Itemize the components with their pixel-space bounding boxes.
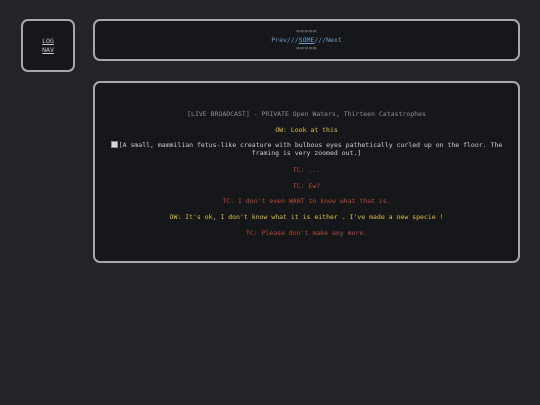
image-alt-text: [A small, mammilian fetus-like creature … — [118, 141, 503, 157]
image-description: [A small, mammilian fetus-like creature … — [95, 141, 518, 157]
nav-bottom-divider: ===== — [295, 44, 318, 53]
chat-line-ow: OW: Look at this — [275, 126, 338, 134]
nav-separator: /// — [286, 35, 299, 44]
broadcast-title: [LIVE BROADCAST] - PRIVATE Open Waters, … — [187, 110, 426, 118]
log-link[interactable]: LOG — [42, 37, 54, 46]
nav-links-row: Prev///SOME///Next — [271, 36, 341, 45]
chat-line-tc: TC: Please don't make any more. — [245, 229, 368, 237]
next-link[interactable]: Next — [326, 36, 342, 44]
nav-separator: /// — [314, 35, 327, 44]
chat-log-panel: [LIVE BROADCAST] - PRIVATE Open Waters, … — [93, 81, 520, 263]
chat-line-ow: OW: It's ok, I don't know what it is eit… — [169, 213, 444, 221]
chat-line-tc: TC: I don't even WANT to know what that … — [222, 197, 391, 205]
log-nav-box: LOG NAV — [21, 19, 75, 72]
prev-link[interactable]: Prev — [271, 36, 287, 44]
nav-link[interactable]: NAV — [42, 46, 54, 55]
chat-line-tc: TC: ... — [292, 166, 321, 174]
chat-line-tc: TC: Ew? — [292, 182, 321, 190]
some-link[interactable]: SOME — [299, 36, 315, 44]
page-navigation: ===== Prev///SOME///Next ===== — [93, 19, 520, 61]
nav-top-divider: ===== — [295, 27, 318, 36]
broken-image-icon — [110, 141, 118, 148]
